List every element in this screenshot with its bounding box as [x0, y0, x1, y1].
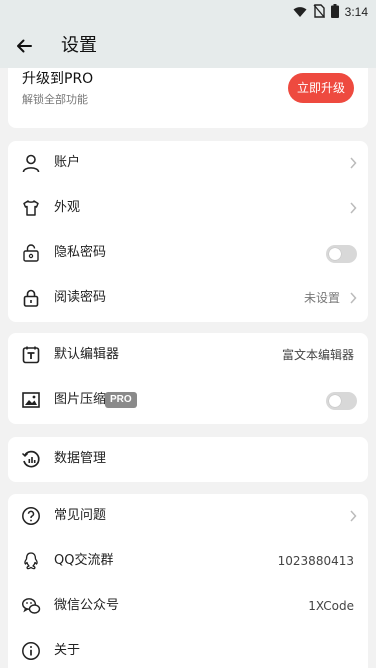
about-label: 关于: [54, 643, 81, 658]
settings-row-faq[interactable]: 常见问题: [8, 494, 368, 539]
pro-badge: PRO: [105, 392, 137, 408]
settings-row-default-editor[interactable]: 默认编辑器 富文本编辑器: [8, 333, 368, 378]
account-label: 账户: [54, 155, 81, 170]
image-icon: [20, 389, 42, 411]
appearance-label: 外观: [54, 200, 81, 215]
chevron-right-icon: [350, 510, 357, 522]
privacy-password-label: 隐私密码: [54, 245, 107, 260]
reading-password-label: 阅读密码: [54, 290, 107, 305]
upgrade-subtitle: 解锁全部功能: [22, 93, 88, 106]
reading-password-value: 未设置: [303, 291, 340, 305]
privacy-lock-icon: [20, 242, 42, 264]
battery-icon: [330, 3, 339, 22]
default-editor-value: 富文本编辑器: [281, 348, 354, 362]
settings-row-account[interactable]: 账户: [8, 141, 368, 186]
status-icons: 3:14: [293, 3, 368, 22]
settings-row-reading-password[interactable]: 阅读密码 未设置: [8, 276, 368, 321]
settings-row-about[interactable]: 关于: [8, 629, 368, 668]
settings-row-privacy-password: 隐私密码: [8, 231, 368, 276]
faq-label: 常见问题: [54, 508, 107, 523]
data-history-icon: [20, 448, 42, 470]
settings-group-about: 常见问题 QQ交流群 1023880413 微信公众号 1XCode 关于: [8, 494, 368, 668]
wifi-icon: [293, 3, 307, 22]
settings-group-account: 账户 外观 隐私密码 阅读密码 未设置: [8, 141, 368, 322]
status-time: 3:14: [344, 5, 368, 19]
settings-row-image-compress: 图片压缩 PRO: [8, 378, 368, 423]
qq-group-label: QQ交流群: [54, 553, 114, 568]
help-circle-icon: [20, 505, 42, 527]
tshirt-icon: [20, 197, 42, 219]
wechat-label: 微信公众号: [54, 598, 120, 613]
page-title: 设置: [61, 35, 97, 56]
toggle-knob: [329, 395, 341, 407]
settings-row-qq-group[interactable]: QQ交流群 1023880413: [8, 539, 368, 584]
qq-icon: [20, 550, 42, 572]
privacy-password-toggle[interactable]: [326, 245, 357, 263]
back-button[interactable]: [12, 34, 36, 58]
wechat-icon: [20, 595, 42, 617]
qq-group-value: 1023880413: [277, 554, 354, 568]
settings-row-wechat[interactable]: 微信公众号 1XCode: [8, 584, 368, 629]
no-sim-icon: [313, 3, 325, 22]
upgrade-now-button[interactable]: 立即升级: [288, 73, 354, 103]
default-editor-label: 默认编辑器: [54, 347, 120, 362]
data-management-label: 数据管理: [54, 451, 107, 466]
image-compress-label: 图片压缩: [54, 392, 107, 407]
settings-row-data-management[interactable]: 数据管理: [8, 437, 368, 482]
app-bar: 设置: [0, 24, 376, 68]
chevron-right-icon: [350, 157, 357, 169]
image-compress-toggle[interactable]: [326, 392, 357, 410]
toggle-knob: [329, 248, 341, 260]
wechat-value: 1XCode: [308, 599, 354, 613]
status-bar: 3:14: [0, 0, 376, 24]
info-icon: [20, 640, 42, 662]
arrow-left-icon: [17, 39, 32, 53]
upgrade-card: 升级到PRO 解锁全部功能 立即升级: [8, 68, 368, 128]
upgrade-title: 升级到PRO: [22, 71, 94, 87]
lock-icon: [20, 287, 42, 309]
text-editor-icon: [20, 344, 42, 366]
settings-group-data: 数据管理: [8, 437, 368, 482]
person-icon: [20, 152, 42, 174]
settings-row-appearance[interactable]: 外观: [8, 186, 368, 231]
chevron-right-icon: [350, 292, 357, 304]
settings-group-editor: 默认编辑器 富文本编辑器 图片压缩 PRO: [8, 333, 368, 424]
chevron-right-icon: [350, 202, 357, 214]
